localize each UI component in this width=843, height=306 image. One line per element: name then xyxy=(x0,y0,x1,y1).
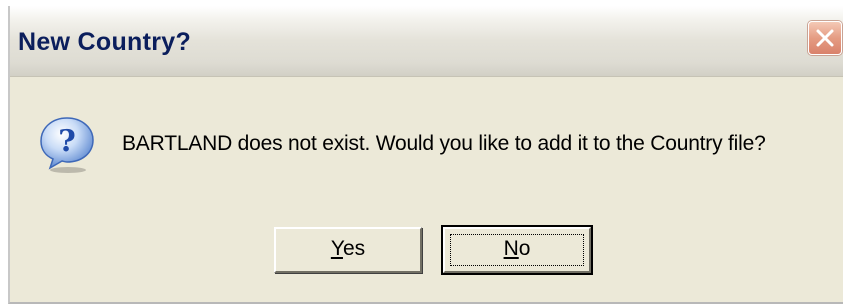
yes-button[interactable]: Yes xyxy=(274,227,422,273)
dialog-window: New Country? ? BARTLAND does not exist. … xyxy=(8,6,843,304)
close-button[interactable] xyxy=(808,21,842,55)
message-text: BARTLAND does not exist. Would you like … xyxy=(122,132,766,155)
yes-button-label: Yes xyxy=(330,237,366,260)
svg-text:?: ? xyxy=(58,124,76,159)
dialog-title: New Country? xyxy=(18,28,192,56)
question-icon: ? xyxy=(40,117,94,173)
dialog-content: ? BARTLAND does not exist. Would you lik… xyxy=(10,77,843,302)
title-bar[interactable]: New Country? xyxy=(10,6,843,77)
close-icon xyxy=(816,29,834,47)
no-button-label: No xyxy=(503,237,531,260)
no-button[interactable]: No xyxy=(441,225,593,275)
